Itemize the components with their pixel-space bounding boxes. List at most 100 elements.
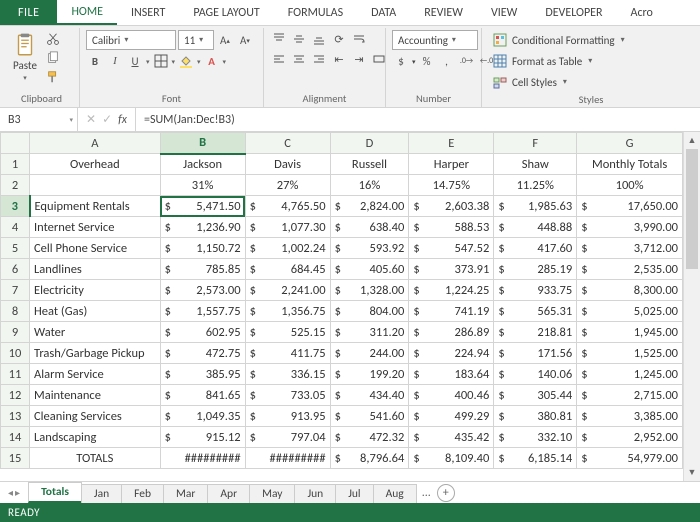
sheet-tab-aug[interactable]: Aug <box>373 484 417 503</box>
cell[interactable]: $499.29 <box>409 406 494 427</box>
cell[interactable]: $4,765.50 <box>245 196 330 217</box>
row-header[interactable]: 3 <box>1 196 30 217</box>
scroll-down-button[interactable]: ▼ <box>684 464 700 481</box>
cell[interactable]: $2,603.38 <box>409 196 494 217</box>
font-size-combo[interactable]: 11▾ <box>178 30 214 50</box>
cell[interactable]: $1,525.00 <box>577 343 683 364</box>
align-middle-button[interactable] <box>290 30 308 48</box>
cell[interactable]: $405.60 <box>330 259 409 280</box>
cell[interactable]: $1,002.24 <box>245 238 330 259</box>
cell-styles-button[interactable]: Cell Styles▾ <box>488 72 629 92</box>
cell[interactable]: $183.64 <box>409 364 494 385</box>
cell[interactable]: Trash/Garbage Pickup <box>30 343 161 364</box>
cell[interactable]: $915.12 <box>160 427 245 448</box>
cell[interactable]: $3,712.00 <box>577 238 683 259</box>
cell[interactable]: $2,715.00 <box>577 385 683 406</box>
cell[interactable]: $286.89 <box>409 322 494 343</box>
number-format-combo[interactable]: Accounting▾ <box>392 30 478 50</box>
cell[interactable]: $602.95 <box>160 322 245 343</box>
cell[interactable]: $140.06 <box>494 364 577 385</box>
sheet-tab-mar[interactable]: Mar <box>163 484 208 503</box>
cell[interactable]: Maintenance <box>30 385 161 406</box>
font-name-combo[interactable]: Calibri▾ <box>86 30 176 50</box>
row-header[interactable]: 11 <box>1 364 30 385</box>
cell[interactable]: $797.04 <box>245 427 330 448</box>
vertical-scrollbar[interactable]: ▲ ▼ <box>683 132 700 481</box>
cell[interactable]: $684.45 <box>245 259 330 280</box>
cell[interactable]: $2,952.00 <box>577 427 683 448</box>
column-header-F[interactable]: F <box>494 133 577 154</box>
cell[interactable]: $218.81 <box>494 322 577 343</box>
row-header[interactable]: 14 <box>1 427 30 448</box>
sheet-tab-apr[interactable]: Apr <box>207 484 250 503</box>
cell[interactable]: $1,356.75 <box>245 301 330 322</box>
cell[interactable]: $1,985.63 <box>494 196 577 217</box>
row-header[interactable]: 10 <box>1 343 30 364</box>
cell[interactable]: $8,300.00 <box>577 280 683 301</box>
row-header[interactable]: 8 <box>1 301 30 322</box>
cell[interactable]: $1,328.00 <box>330 280 409 301</box>
cell[interactable]: Electricity <box>30 280 161 301</box>
increase-decimal-button[interactable]: .0→ <box>458 52 476 70</box>
cell[interactable]: $841.65 <box>160 385 245 406</box>
cell[interactable]: 27% <box>245 175 330 196</box>
cell[interactable]: $380.81 <box>494 406 577 427</box>
enter-formula-button[interactable]: ✓ <box>102 112 112 127</box>
cell[interactable]: 11.25% <box>494 175 577 196</box>
cell[interactable]: Harper <box>409 154 494 175</box>
format-painter-button[interactable] <box>44 68 62 86</box>
sheet-nav-next[interactable]: ▸ <box>15 486 20 499</box>
row-header[interactable]: 13 <box>1 406 30 427</box>
row-header[interactable]: 12 <box>1 385 30 406</box>
tab-home[interactable]: HOME <box>57 0 117 25</box>
row-header[interactable]: 2 <box>1 175 30 196</box>
paste-button[interactable]: Paste ▾ <box>10 30 40 84</box>
cell[interactable]: $741.19 <box>409 301 494 322</box>
cell[interactable]: 100% <box>577 175 683 196</box>
cell[interactable]: $785.85 <box>160 259 245 280</box>
cell[interactable]: $6,185.14 <box>494 448 577 469</box>
cell[interactable]: Cell Phone Service <box>30 238 161 259</box>
comma-button[interactable]: , <box>438 52 456 70</box>
sheet-tab-totals[interactable]: Totals <box>28 482 82 503</box>
format-as-table-button[interactable]: Format as Table▾ <box>488 51 629 71</box>
cell[interactable]: $448.88 <box>494 217 577 238</box>
cell[interactable]: $1,557.75 <box>160 301 245 322</box>
cell[interactable]: $565.31 <box>494 301 577 322</box>
orientation-button[interactable]: ⟳ <box>330 30 348 48</box>
italic-button[interactable]: I <box>106 52 124 70</box>
fx-icon[interactable]: fx <box>118 113 127 127</box>
cell[interactable]: $2,535.00 <box>577 259 683 280</box>
tab-formulas[interactable]: FORMULAS <box>274 0 357 25</box>
cell[interactable]: Internet Service <box>30 217 161 238</box>
cell[interactable]: $1,077.30 <box>245 217 330 238</box>
cell[interactable]: $1,150.72 <box>160 238 245 259</box>
cell[interactable]: 14.75% <box>409 175 494 196</box>
sheet-tab-jan[interactable]: Jan <box>81 484 122 503</box>
cell[interactable]: $311.20 <box>330 322 409 343</box>
cell[interactable]: $171.56 <box>494 343 577 364</box>
row-header[interactable]: 5 <box>1 238 30 259</box>
cell[interactable]: Overhead <box>30 154 161 175</box>
underline-button[interactable]: U <box>126 52 144 70</box>
tab-insert[interactable]: INSERT <box>117 0 179 25</box>
cell[interactable]: Davis <box>245 154 330 175</box>
row-header[interactable]: 6 <box>1 259 30 280</box>
worksheet-grid[interactable]: ABCDEFG1OverheadJacksonDavisRussellHarpe… <box>0 132 683 480</box>
sheet-tab-may[interactable]: May <box>249 484 295 503</box>
tab-page-layout[interactable]: PAGE LAYOUT <box>179 0 273 25</box>
cell[interactable]: $547.52 <box>409 238 494 259</box>
cell[interactable]: $8,796.64 <box>330 448 409 469</box>
cell[interactable]: $638.40 <box>330 217 409 238</box>
cell[interactable]: $2,573.00 <box>160 280 245 301</box>
column-header-G[interactable]: G <box>577 133 683 154</box>
scroll-thumb[interactable] <box>686 149 698 269</box>
sheet-nav-prev[interactable]: ◂ <box>8 486 13 499</box>
cell[interactable]: $435.42 <box>409 427 494 448</box>
tab-acrobat[interactable]: Acro <box>617 0 667 25</box>
cell[interactable]: $525.15 <box>245 322 330 343</box>
cell[interactable]: $305.44 <box>494 385 577 406</box>
fill-color-button[interactable] <box>177 52 195 70</box>
percent-button[interactable]: % <box>418 52 436 70</box>
cell[interactable]: Landscaping <box>30 427 161 448</box>
